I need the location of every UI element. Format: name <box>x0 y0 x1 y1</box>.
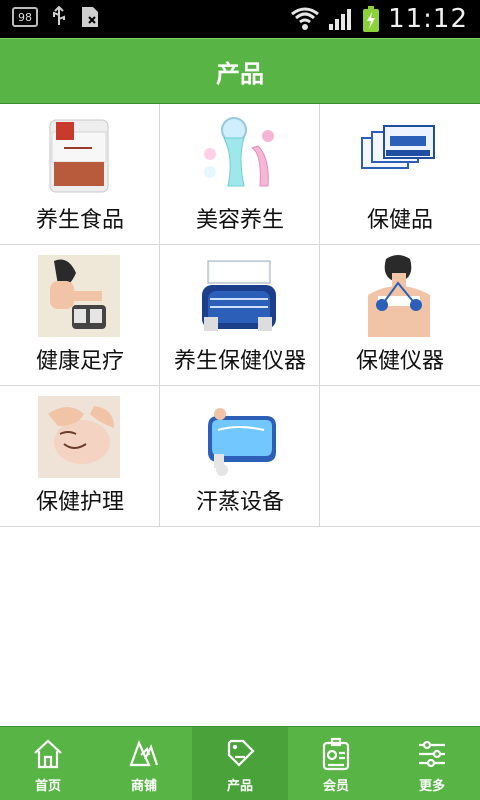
bottom-tab-bar: 首页 商铺 产品 会员 更多 <box>0 726 480 800</box>
category-label: 汗蒸设备 <box>195 490 284 515</box>
empty-tile <box>320 386 480 527</box>
tab-label: 商铺 <box>130 779 157 794</box>
tab-label: 会员 <box>322 779 349 794</box>
sauna-equipment-image <box>198 396 280 478</box>
sliders-icon <box>419 740 445 768</box>
tab-home[interactable]: 首页 <box>0 727 96 800</box>
sale-tag-icon <box>227 739 255 767</box>
category-label: 保健品 <box>366 208 433 233</box>
category-label: 健康足疗 <box>35 349 124 374</box>
tab-label: 产品 <box>226 779 253 794</box>
category-tile[interactable]: 保健品 <box>320 104 480 245</box>
status-bar: 98 11:12 <box>0 0 480 38</box>
map-pin-icon <box>129 740 159 767</box>
health-supplement-box-image <box>358 114 440 196</box>
tab-products[interactable]: 产品 <box>192 727 288 800</box>
category-label: 保健仪器 <box>355 349 444 374</box>
tab-member[interactable]: 会员 <box>288 727 384 800</box>
category-tile[interactable]: 健康足疗 <box>0 245 160 386</box>
clock: 11:12 <box>388 4 468 34</box>
tab-label: 首页 <box>34 779 61 794</box>
status-left: 98 <box>12 6 100 28</box>
signal-icon <box>329 9 352 30</box>
category-label: 养生食品 <box>35 208 124 233</box>
app-header: 产品 <box>0 38 480 104</box>
category-label: 养生保健仪器 <box>173 349 306 374</box>
neck-massager-image <box>358 255 440 337</box>
page-title: 产品 <box>216 59 264 88</box>
category-tile[interactable]: 汗蒸设备 <box>160 386 320 527</box>
category-label: 保健护理 <box>35 490 124 515</box>
category-tile[interactable]: 美容养生 <box>160 104 320 245</box>
foot-massager-image <box>38 255 120 337</box>
battery-icon <box>363 6 380 32</box>
category-tile[interactable]: 养生食品 <box>0 104 160 245</box>
health-device-image <box>198 255 280 337</box>
usb-icon <box>53 6 65 25</box>
notification-badge: 98 <box>12 7 38 27</box>
category-tile[interactable]: 保健护理 <box>0 386 160 527</box>
tab-shops[interactable]: 商铺 <box>96 727 192 800</box>
category-tile[interactable]: 养生保健仪器 <box>160 245 320 386</box>
category-grid: 养生食品 美容养生 保健品 健康足疗 养生保健仪器 保健仪器 保健护理 汗蒸设备 <box>0 104 480 527</box>
status-right: 11:12 <box>290 4 468 34</box>
tab-more[interactable]: 更多 <box>384 727 480 800</box>
tab-label: 更多 <box>418 779 445 794</box>
facial-care-image <box>38 396 120 478</box>
home-icon <box>34 739 62 769</box>
health-food-product-image <box>38 114 120 196</box>
member-card-icon <box>322 737 350 771</box>
category-label: 美容养生 <box>195 208 284 233</box>
category-tile[interactable]: 保健仪器 <box>320 245 480 386</box>
wifi-icon <box>291 7 319 30</box>
sim-card-icon <box>82 7 98 27</box>
beauty-massage-device-image <box>198 114 280 196</box>
